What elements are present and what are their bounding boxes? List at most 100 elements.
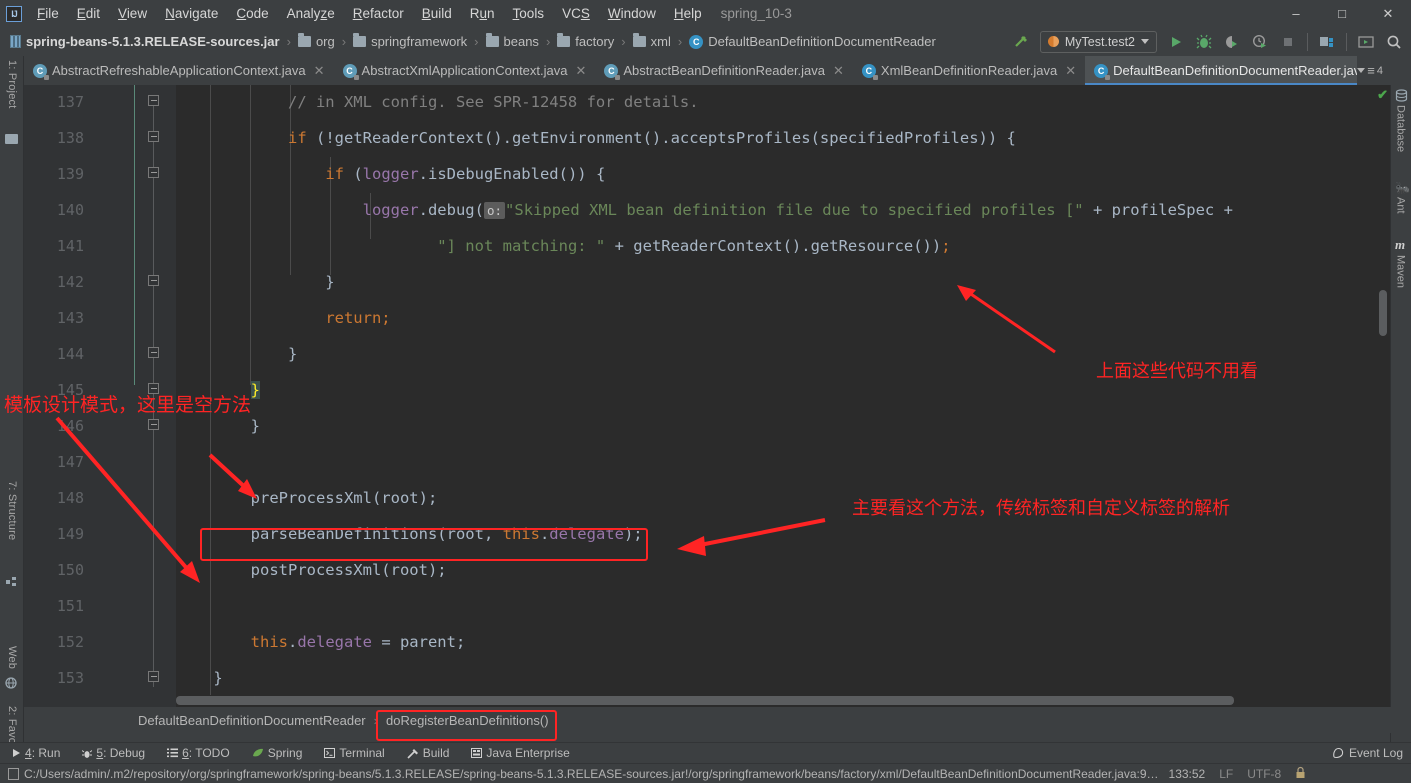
minimize-button[interactable]: –: [1273, 0, 1319, 27]
string-literal: "] not matching: ": [437, 237, 606, 255]
sidebar-item-project[interactable]: 1: Project: [0, 60, 24, 130]
close-icon[interactable]: ✕: [1065, 63, 1076, 79]
sidebar-item-maven[interactable]: Maven: [1390, 255, 1411, 305]
breadcrumb-org-label: org: [315, 34, 335, 49]
tab-XmlBeanDefinitionReader[interactable]: C XmlBeanDefinitionReader.java ✕: [853, 56, 1085, 85]
bottom-item-build[interactable]: Build: [396, 746, 461, 760]
menu-view[interactable]: View: [109, 3, 156, 24]
editor-breadcrumb-class[interactable]: DefaultBeanDefinitionDocumentReader: [138, 713, 366, 728]
menu-build[interactable]: Build: [413, 3, 461, 24]
menu-run[interactable]: Run: [461, 3, 504, 24]
menu-bar: IJ File Edit View Navigate Code Analyze …: [0, 0, 1411, 27]
breadcrumb-org[interactable]: org: [296, 33, 337, 50]
menu-analyze[interactable]: Analyze: [278, 3, 344, 24]
lock-icon[interactable]: [1295, 766, 1306, 782]
fold-marker[interactable]: [148, 131, 160, 143]
status-caret-position[interactable]: 133:52: [1169, 767, 1206, 781]
event-log-button[interactable]: Event Log: [1332, 746, 1411, 760]
fold-marker[interactable]: [148, 671, 160, 683]
event-log-icon: [1333, 747, 1344, 759]
breadcrumb-jar[interactable]: spring-beans-5.1.3.RELEASE-sources.jar: [8, 33, 282, 50]
code-editor[interactable]: 137 138 139 140 141 142 143 144 145 146 …: [24, 85, 1390, 707]
breadcrumb-separator: ›: [286, 34, 291, 49]
debug-icon[interactable]: [1191, 30, 1217, 54]
search-icon[interactable]: [1381, 30, 1407, 54]
menu-file[interactable]: File: [28, 3, 68, 24]
sidebar-item-database[interactable]: Database: [1390, 105, 1411, 173]
call-postProcessXml: postProcessXml(root);: [176, 561, 447, 579]
line-number: 148: [56, 489, 84, 507]
menu-navigate[interactable]: Navigate: [156, 3, 227, 24]
code-line-153: }: [176, 669, 223, 687]
code-line-143: return;: [176, 309, 390, 327]
class-icon: C: [1094, 63, 1111, 80]
breadcrumb-beans[interactable]: beans: [484, 33, 541, 50]
keyword-this: this: [250, 633, 288, 651]
fold-marker[interactable]: [148, 383, 160, 395]
tab-AbstractBeanDefinitionReader[interactable]: C AbstractBeanDefinitionReader.java ✕: [595, 56, 853, 85]
breadcrumb-xml-label: xml: [650, 34, 671, 49]
breadcrumb-class[interactable]: C DefaultBeanDefinitionDocumentReader: [687, 33, 938, 50]
run-icon[interactable]: [1163, 30, 1189, 54]
editor-horizontal-scrollbar[interactable]: [176, 696, 1366, 705]
toolbar-divider: [1346, 32, 1347, 51]
main-toolbar: MyTest.test2: [1008, 30, 1411, 54]
tab-AbstractRefreshableApplicationContext[interactable]: C AbstractRefreshableApplicationContext.…: [24, 56, 334, 85]
menu-refactor[interactable]: Refactor: [344, 3, 413, 24]
run-with-coverage-icon[interactable]: [1219, 30, 1245, 54]
project-structure-icon[interactable]: [1314, 30, 1340, 54]
intellij-logo-icon: IJ: [6, 5, 22, 22]
status-line-separator[interactable]: LF: [1219, 767, 1233, 781]
sidebar-item-structure[interactable]: 7: Structure: [0, 481, 24, 569]
bottom-item-run[interactable]: 4: Run: [0, 746, 71, 760]
maven-icon: m: [1395, 237, 1406, 252]
breadcrumb-xml[interactable]: xml: [631, 33, 673, 50]
menu-edit[interactable]: Edit: [68, 3, 109, 24]
fold-marker[interactable]: [148, 95, 160, 107]
folder-icon: [557, 33, 571, 47]
bottom-item-spring[interactable]: Spring: [241, 746, 314, 760]
close-icon[interactable]: ✕: [833, 63, 844, 79]
tab-label: AbstractXmlApplicationContext.java: [361, 63, 568, 78]
close-icon[interactable]: ✕: [314, 63, 325, 79]
tab-overflow-control[interactable]: ≡ 4: [1357, 56, 1387, 85]
scrollbar-thumb[interactable]: [176, 696, 1234, 705]
class-icon: C: [861, 63, 878, 80]
bottom-item-terminal[interactable]: Build Terminal: [313, 746, 395, 760]
menu-tools[interactable]: Tools: [504, 3, 554, 24]
select-in-icon[interactable]: [1353, 30, 1379, 54]
debug-icon: [82, 749, 93, 758]
menu-code[interactable]: Code: [227, 3, 277, 24]
code-line-152: this.delegate = parent;: [250, 633, 466, 651]
run-configuration-selector[interactable]: MyTest.test2: [1039, 30, 1157, 53]
sidebar-item-label: Ant: [1394, 197, 1407, 214]
breadcrumb-springframework[interactable]: springframework: [351, 33, 469, 50]
breadcrumb-factory[interactable]: factory: [555, 33, 616, 50]
code-text[interactable]: // in XML config. See SPR-12458 for deta…: [176, 85, 1390, 693]
menu-help[interactable]: Help: [665, 3, 711, 24]
editor-vertical-scrollbar-thumb[interactable]: [1379, 290, 1387, 336]
stop-icon[interactable]: [1275, 30, 1301, 54]
breadcrumb-factory-label: factory: [575, 34, 615, 49]
editor-gutter[interactable]: 137 138 139 140 141 142 143 144 145 146 …: [24, 85, 176, 707]
bottom-item-java-enterprise[interactable]: Java Enterprise: [460, 746, 580, 760]
tab-DefaultBeanDefinitionDocumentReader[interactable]: C DefaultBeanDefinitionDocumentReader.ja…: [1085, 56, 1387, 85]
tab-AbstractXmlApplicationContext[interactable]: C AbstractXmlApplicationContext.java ✕: [334, 56, 596, 85]
maximize-button[interactable]: □: [1319, 0, 1365, 27]
sidebar-item-ant[interactable]: Ant: [1390, 197, 1411, 229]
profile-icon[interactable]: [1247, 30, 1273, 54]
menu-vcs[interactable]: VCS: [553, 3, 599, 24]
bottom-item-debug[interactable]: 5: Debug: [71, 746, 156, 760]
close-icon[interactable]: ✕: [575, 63, 586, 79]
fold-marker[interactable]: [148, 275, 160, 287]
close-button[interactable]: ✕: [1365, 0, 1411, 27]
menu-window[interactable]: Window: [599, 3, 665, 24]
fold-marker[interactable]: [148, 167, 160, 179]
line-number: 145: [56, 381, 84, 399]
inspection-status-icon[interactable]: ✔: [1377, 87, 1388, 103]
bottom-item-todo[interactable]: 6: TODO: [156, 746, 241, 760]
hammer-build-icon[interactable]: [1008, 30, 1034, 54]
fold-marker[interactable]: [148, 419, 160, 431]
status-encoding[interactable]: UTF-8: [1247, 767, 1281, 781]
fold-marker[interactable]: [148, 347, 160, 359]
